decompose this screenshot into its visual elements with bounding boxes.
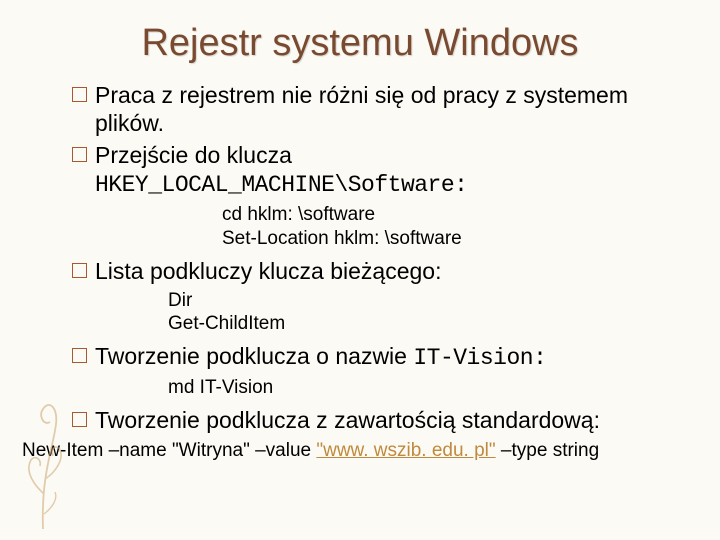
- footer-link: "www. wszib. edu. pl": [316, 440, 495, 461]
- bullet-5-text: Tworzenie podklucza z zawartością standa…: [95, 406, 600, 434]
- bullet-3-text: Lista podkluczy klucza bieżącego:: [95, 257, 441, 285]
- bullet-3: Lista podkluczy klucza bieżącego:: [72, 257, 660, 285]
- bullet-2-text: Przejście do klucza HKEY_LOCAL_MACHINE\S…: [95, 141, 467, 199]
- flourish-icon: [8, 354, 78, 534]
- code-block-3: md IT-Vision: [168, 376, 660, 400]
- bullet-4-text: Tworzenie podklucza o nazwie IT-Vision:: [95, 342, 546, 372]
- slide-title: Rejestr systemu Windows: [0, 0, 720, 65]
- code-block-1: cd hklm: \software Set-Location hklm: \s…: [222, 203, 660, 251]
- bullet-5: Tworzenie podklucza z zawartością standa…: [72, 406, 660, 434]
- bullet-4: Tworzenie podklucza o nazwie IT-Vision:: [72, 342, 660, 372]
- bullet-icon: [72, 263, 87, 278]
- footer-command: New-Item –name "Witryna" –value "www. ws…: [0, 434, 720, 462]
- slide-body: Praca z rejestrem nie różni się od pracy…: [0, 65, 720, 434]
- bullet-1-text: Praca z rejestrem nie różni się od pracy…: [95, 81, 660, 137]
- bullet-icon: [72, 87, 87, 102]
- bullet-2: Przejście do klucza HKEY_LOCAL_MACHINE\S…: [72, 141, 660, 199]
- bullet-1: Praca z rejestrem nie różni się od pracy…: [72, 81, 660, 137]
- code-block-2: Dir Get-ChildItem: [168, 289, 660, 337]
- bullet-icon: [72, 147, 87, 162]
